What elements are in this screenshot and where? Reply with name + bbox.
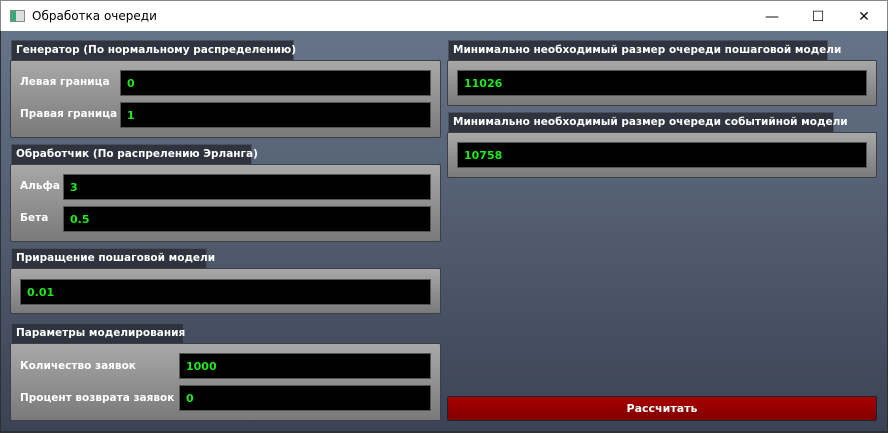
- processor-group-title: Обработчик (По распрелению Эрланга): [11, 144, 258, 164]
- close-button[interactable]: ✕: [841, 1, 887, 32]
- params-group-title: Параметры моделирования: [11, 323, 185, 343]
- beta-input[interactable]: 0.5: [63, 206, 431, 232]
- generator-group-title: Генератор (По нормальному распределению): [11, 40, 296, 60]
- step-input[interactable]: 0.01: [20, 279, 431, 305]
- calculate-button[interactable]: Рассчитать: [447, 396, 877, 421]
- return-percent-label: Процент возврата заявок: [20, 392, 175, 404]
- request-count-label: Количество заявок: [20, 360, 136, 372]
- right-bound-input[interactable]: 1: [120, 102, 431, 128]
- maximize-button[interactable]: ☐: [795, 1, 841, 32]
- request-count-input[interactable]: 1000: [179, 353, 431, 379]
- left-bound-input[interactable]: 0: [120, 70, 431, 96]
- event-result-output[interactable]: 10758: [457, 142, 867, 168]
- beta-label: Бета: [20, 212, 49, 224]
- title-bar: Обработка очереди — ☐ ✕: [0, 0, 888, 31]
- minimize-button[interactable]: —: [749, 1, 795, 32]
- alpha-label: Альфа: [20, 180, 60, 192]
- window-title: Обработка очереди: [32, 9, 157, 23]
- step-result-title: Минимально необходимый размер очереди по…: [448, 40, 841, 60]
- event-result-title: Минимально необходимый размер очереди со…: [448, 112, 848, 132]
- left-bound-label: Левая граница: [20, 76, 110, 88]
- right-bound-label: Правая граница: [20, 108, 118, 120]
- step-result-output[interactable]: 11026: [457, 70, 867, 96]
- app-icon: [10, 10, 25, 22]
- return-percent-input[interactable]: 0: [179, 385, 431, 411]
- step-group-title: Приращение пошаговой модели: [11, 248, 215, 268]
- alpha-input[interactable]: 3: [63, 174, 431, 200]
